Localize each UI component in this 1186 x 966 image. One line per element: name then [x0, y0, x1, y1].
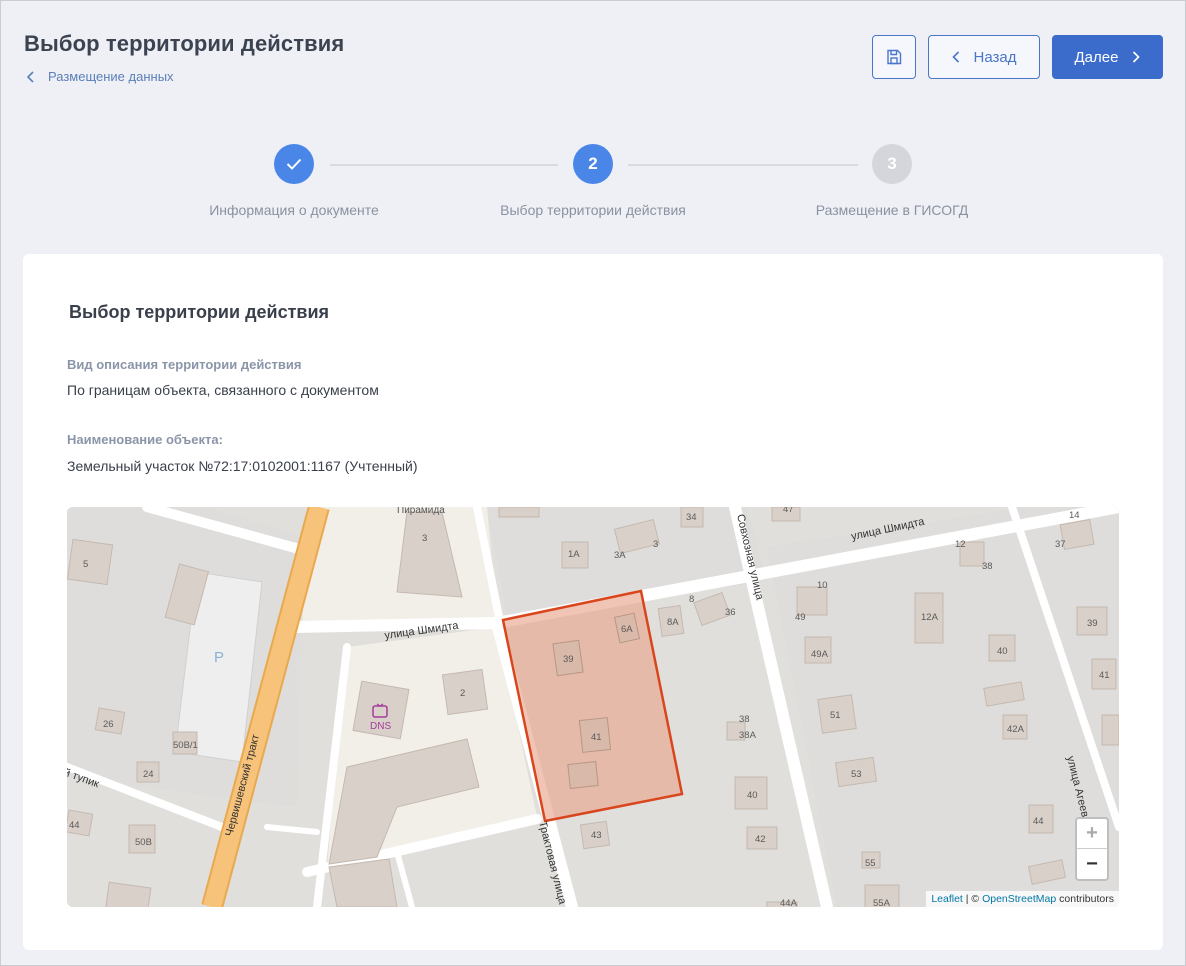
step-connector — [330, 164, 558, 166]
map-tiles[interactable]: P DNS Пирамида улица Шмидта улица Шмидта… — [67, 507, 1119, 907]
next-button[interactable]: Далее — [1052, 35, 1163, 79]
chevron-left-icon — [951, 51, 959, 63]
house-number-label: 51 — [830, 710, 841, 721]
territory-type-value: По границам объекта, связанного с докуме… — [67, 382, 379, 398]
house-number-label: 1А — [568, 549, 580, 560]
house-number-label: 41 — [591, 732, 602, 743]
chevron-left-icon — [26, 70, 34, 83]
stepper: 2 3 Информация о документе Выбор террито… — [0, 144, 1186, 224]
page-title: Выбор территории действия — [24, 31, 345, 56]
object-name-label: Наименование объекта: — [67, 432, 223, 447]
house-number-label: 38А — [739, 730, 757, 741]
house-number-label: 42 — [755, 834, 766, 845]
house-number-label: 40 — [747, 790, 758, 801]
map-view[interactable]: P DNS Пирамида улица Шмидта улица Шмидта… — [67, 507, 1119, 907]
back-button[interactable]: Назад — [928, 35, 1040, 79]
house-number-label: 2 — [460, 688, 465, 699]
step-3-label: Размещение в ГИСОГД — [815, 202, 969, 218]
checkmark-icon — [286, 158, 302, 170]
house-number-label: 55 — [865, 858, 876, 869]
house-number-label: 44А — [780, 898, 798, 907]
chevron-right-icon — [1133, 51, 1141, 63]
house-number-label: 39 — [563, 654, 574, 665]
house-number-label: 42А — [1007, 724, 1025, 735]
zoom-out-button[interactable]: − — [1077, 849, 1107, 879]
save-button[interactable] — [872, 35, 916, 79]
house-number-label: 12А — [921, 612, 939, 623]
house-number-label: 38 — [982, 561, 993, 572]
house-number-label: 41 — [1099, 670, 1110, 681]
house-number-label: 38 — [739, 714, 750, 725]
back-button-label: Назад — [973, 48, 1017, 66]
osm-link[interactable]: OpenStreetMap — [982, 893, 1056, 905]
house-number-label: 12 — [955, 539, 966, 550]
house-number-label: 8А — [667, 617, 679, 628]
house-number-label: 3 — [422, 533, 427, 544]
object-name-value: Земельный участок №72:17:0102001:1167 (У… — [67, 458, 418, 474]
territory-type-label: Вид описания территории действия — [67, 357, 302, 372]
house-number-label: 37 — [1055, 539, 1066, 550]
house-number-label: 44 — [1033, 816, 1044, 827]
map-attribution: Leaflet | © OpenStreetMap contributors — [926, 891, 1119, 907]
poi-dns: DNS — [370, 721, 391, 732]
house-number-label: 26 — [103, 719, 114, 730]
house-number-label: 55А — [873, 898, 891, 907]
card-title: Выбор территории действия — [69, 302, 330, 322]
poi-pyramid: Пирамида — [397, 507, 445, 516]
house-number-label: 44 — [69, 820, 80, 831]
step-3-circle[interactable]: 3 — [872, 144, 912, 184]
parking-label: P — [214, 649, 224, 666]
house-number-label: 53 — [851, 769, 862, 780]
next-button-label: Далее — [1074, 48, 1119, 66]
house-number-label: 3 — [653, 539, 658, 550]
floppy-disk-icon — [887, 49, 902, 65]
house-number-label: 49 — [795, 612, 806, 623]
house-number-label: 39 — [1087, 618, 1098, 629]
attribution-separator: | © — [962, 893, 983, 905]
zoom-in-button[interactable]: + — [1077, 819, 1107, 849]
house-number-label: 14 — [1069, 510, 1080, 521]
breadcrumb-label: Размещение данных — [48, 69, 174, 84]
house-number-label: 34 — [686, 512, 697, 523]
zoom-control: + − — [1075, 817, 1109, 881]
house-number-label: 10 — [817, 580, 828, 591]
house-number-label: 43 — [591, 830, 602, 841]
house-number-label: 36 — [725, 607, 736, 618]
house-number-label: 47 — [783, 507, 794, 515]
leaflet-link[interactable]: Leaflet — [931, 893, 963, 905]
house-number-label: 24 — [143, 769, 154, 780]
house-number-label: 49А — [811, 649, 829, 660]
house-number-label: 5 — [83, 559, 88, 570]
step-1-label: Информация о документе — [209, 202, 379, 218]
attribution-suffix: contributors — [1056, 893, 1114, 905]
house-number-label: 50В — [135, 837, 152, 848]
step-2-label: Выбор территории действия — [500, 202, 686, 218]
house-number-label: 3А — [614, 550, 626, 561]
step-1-circle[interactable] — [274, 144, 314, 184]
step-2-circle[interactable]: 2 — [573, 144, 613, 184]
house-number-label: 40 — [997, 646, 1008, 657]
house-number-label: 6А — [621, 624, 633, 635]
step-connector — [628, 164, 858, 166]
breadcrumb[interactable]: Размещение данных — [26, 69, 174, 84]
house-number-label: 8 — [689, 594, 694, 605]
house-number-label: 50В/1 — [173, 740, 198, 751]
